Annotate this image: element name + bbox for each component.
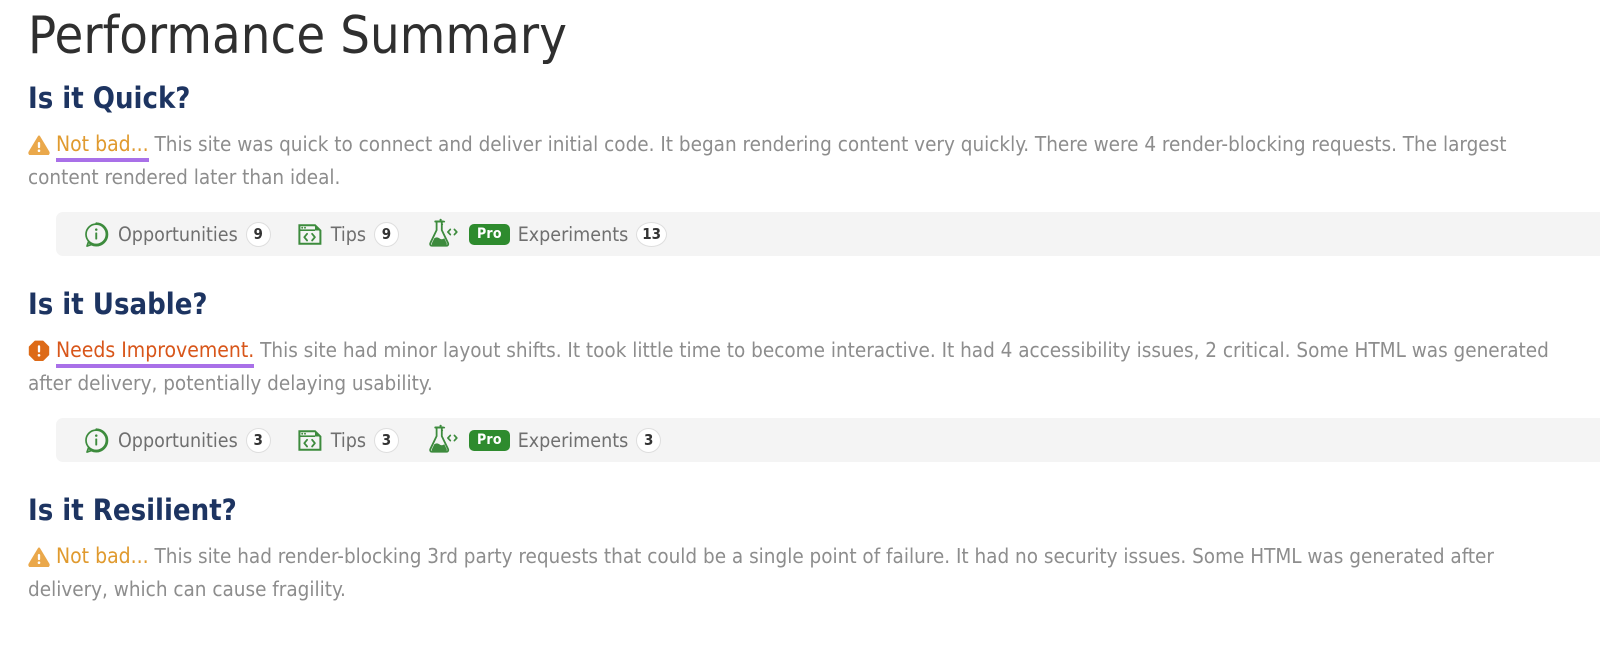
badge-label: Tips [330, 428, 366, 452]
badge-label: Experiments [517, 222, 629, 246]
section-is-it-usable: Is it Usable? Needs Improvement. This si… [0, 290, 1600, 462]
badge-tips[interactable]: Tips 9 [284, 212, 412, 256]
warning-triangle-icon [28, 547, 50, 567]
performance-summary-page: Performance Summary Is it Quick? Not bad… [0, 0, 1600, 671]
warning-triangle-icon [28, 135, 50, 155]
badge-strip: Opportunities 9 Tips 9 Pro Experiments 1… [56, 212, 1600, 256]
section-verdict: Not bad... [56, 132, 149, 162]
section-description: This site was quick to connect and deliv… [28, 132, 1507, 189]
badge-count: 13 [636, 221, 667, 247]
section-description: This site had minor layout shifts. It to… [28, 338, 1549, 395]
badge-strip: Opportunities 3 Tips 3 Pro Experiments 3 [56, 418, 1600, 462]
section-heading: Is it Quick? [28, 81, 191, 115]
flask-code-icon [425, 218, 459, 250]
badge-experiments[interactable]: Pro Experiments 3 [412, 418, 674, 462]
pro-badge: Pro [469, 429, 510, 451]
section-heading: Is it Resilient? [28, 493, 237, 527]
code-window-icon [297, 428, 323, 453]
section-summary: Not bad... This site had render-blocking… [28, 540, 1600, 606]
info-bubble-icon [83, 221, 110, 248]
badge-label: Experiments [517, 428, 629, 452]
pro-badge: Pro [469, 223, 510, 245]
section-heading: Is it Usable? [28, 287, 208, 321]
info-bubble-icon [83, 427, 110, 454]
badge-count: 9 [374, 221, 399, 247]
badge-opportunities[interactable]: Opportunities 3 [70, 418, 284, 462]
section-summary: Needs Improvement. This site had minor l… [28, 334, 1600, 400]
badge-label: Opportunities [118, 222, 238, 246]
section-verdict: Not bad... [56, 544, 149, 568]
badge-count: 3 [245, 427, 271, 453]
section-verdict: Needs Improvement. [56, 338, 255, 368]
badge-count: 9 [245, 221, 271, 247]
badge-count: 3 [374, 427, 399, 453]
badge-tips[interactable]: Tips 3 [284, 418, 412, 462]
alert-octagon-icon [28, 340, 50, 361]
section-description: This site had render-blocking 3rd party … [28, 544, 1494, 601]
section-is-it-quick: Is it Quick? Not bad... This site was qu… [0, 84, 1600, 256]
badge-label: Tips [330, 222, 366, 246]
badge-opportunities[interactable]: Opportunities 9 [70, 212, 284, 256]
flask-code-icon [425, 424, 459, 456]
badge-count: 3 [636, 427, 662, 453]
badge-experiments[interactable]: Pro Experiments 13 [412, 212, 680, 256]
section-is-it-resilient: Is it Resilient? Not bad... This site ha… [0, 496, 1600, 606]
code-window-icon [297, 222, 323, 247]
section-summary: Not bad... This site was quick to connec… [28, 128, 1600, 194]
badge-label: Opportunities [118, 428, 238, 452]
page-title: Performance Summary [28, 6, 567, 66]
